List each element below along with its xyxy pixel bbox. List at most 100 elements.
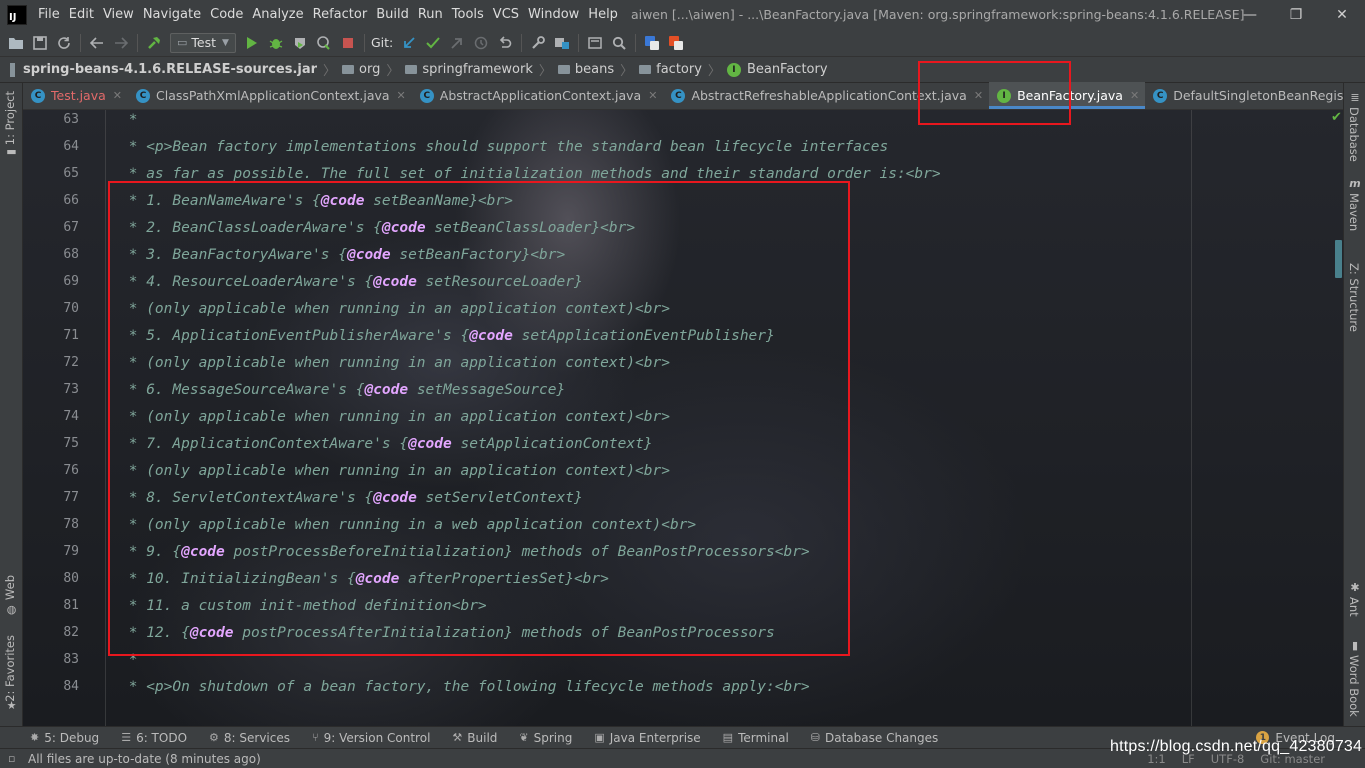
code-line: * 3. BeanFactoryAware's {@code setBeanFa…	[120, 246, 566, 273]
folder-icon	[557, 65, 570, 74]
menu-edit[interactable]: Edit	[65, 0, 98, 29]
line-number: 68	[63, 247, 79, 262]
code-line: * as far as possible. The full set of in…	[120, 165, 941, 192]
open-folder-icon[interactable]	[4, 31, 28, 55]
tool-services[interactable]: ⚙ 8: Services	[209, 731, 290, 745]
minimize-button[interactable]: —	[1227, 0, 1273, 29]
breadcrumb-jar[interactable]: spring-beans-4.1.6.RELEASE-sources.jar	[10, 62, 317, 77]
forward-arrow-icon[interactable]	[109, 31, 133, 55]
comment-text: * 6. MessageSourceAware's {	[120, 382, 365, 398]
tab-abstractrefreshableapplicationcontext[interactable]: C AbstractRefreshableApplicationContext.j…	[663, 82, 989, 109]
tool-build[interactable]: ⚒ Build	[452, 731, 497, 745]
menu-tools[interactable]: Tools	[448, 0, 488, 29]
line-number: 70	[63, 301, 79, 316]
git-push-icon[interactable]	[445, 31, 469, 55]
tool-terminal[interactable]: ▤ Terminal	[723, 731, 789, 745]
tool-database[interactable]: Database	[1347, 107, 1361, 162]
back-arrow-icon[interactable]	[85, 31, 109, 55]
intellij-logo-icon[interactable]: IJ	[7, 4, 27, 25]
save-all-icon[interactable]	[28, 31, 52, 55]
tool-project[interactable]: 1: Project	[3, 91, 17, 145]
rollback-icon[interactable]	[493, 31, 517, 55]
doc-tag: @code	[373, 274, 417, 290]
menu-window[interactable]: Window	[524, 0, 583, 29]
tab-beanfactory[interactable]: I BeanFactory.java ✕	[989, 82, 1146, 109]
breadcrumb-item-beanfactory[interactable]: 〉 I BeanFactory	[702, 60, 828, 79]
tool-structure[interactable]: Z: Structure	[1347, 263, 1361, 332]
build-hammer-icon[interactable]	[142, 31, 166, 55]
close-button[interactable]: ✕	[1319, 0, 1365, 29]
tab-test[interactable]: C Test.java ✕	[23, 82, 128, 109]
breadcrumb-item-org[interactable]: 〉 org	[317, 60, 380, 79]
menu-vcs[interactable]: VCS	[489, 0, 523, 29]
terminal-window-icon[interactable]	[583, 31, 607, 55]
editor-scrollbar-thumb[interactable]	[1335, 240, 1342, 278]
menu-refactor[interactable]: Refactor	[309, 0, 372, 29]
settings-wrench-icon[interactable]	[526, 31, 550, 55]
code-line: * 4. ResourceLoaderAware's {@code setRes…	[120, 273, 583, 300]
tool-java-enterprise[interactable]: ▣ Java Enterprise	[594, 731, 700, 745]
book-icon: ▮	[1351, 639, 1359, 652]
menu-view[interactable]: View	[99, 0, 138, 29]
git-update-icon[interactable]	[397, 31, 421, 55]
git-label: Git:	[370, 35, 394, 50]
coverage-icon[interactable]	[288, 31, 312, 55]
menu-build[interactable]: Build	[372, 0, 413, 29]
close-tab-icon[interactable]: ✕	[397, 89, 406, 102]
maximize-button[interactable]: ❐	[1273, 0, 1319, 29]
tab-abstractapplicationcontext[interactable]: C AbstractApplicationContext.java ✕	[412, 82, 664, 109]
tool-version-control[interactable]: ⑂ 9: Version Control	[312, 731, 430, 745]
tool-maven[interactable]: Maven	[1347, 193, 1361, 231]
code-editor[interactable]: 63 64 65 66 67 68 69 70 71 72 73 74 75 76 77 78 79 80 81 82…	[23, 110, 1343, 726]
tool-ant[interactable]: Ant	[1347, 597, 1361, 617]
translate-alt-icon[interactable]	[664, 31, 688, 55]
comment-text: * 9. {	[120, 544, 182, 560]
tab-label: Test.java	[51, 88, 106, 103]
breadcrumb-item-factory[interactable]: 〉 factory	[614, 60, 702, 79]
profile-icon[interactable]	[312, 31, 336, 55]
tool-database-changes[interactable]: ⛁ Database Changes	[811, 731, 939, 745]
left-tool-strip: 1: Project ▬ Web ◍ 2: Favorites ★	[0, 83, 23, 726]
stop-icon[interactable]	[336, 31, 360, 55]
history-clock-icon[interactable]	[469, 31, 493, 55]
code-line: * 5. ApplicationEventPublisherAware's {@…	[120, 327, 775, 354]
breadcrumb-item-beans[interactable]: 〉 beans	[533, 60, 614, 79]
menu-file[interactable]: File	[34, 0, 64, 29]
search-icon[interactable]	[607, 31, 631, 55]
menu-run[interactable]: Run	[414, 0, 447, 29]
run-icon[interactable]	[240, 31, 264, 55]
menu-code[interactable]: Code	[206, 0, 247, 29]
menu-help[interactable]: Help	[584, 0, 622, 29]
tab-defaultsingletonbeanregistry[interactable]: CDefaultSingletonBeanRegistry.java✕	[1145, 82, 1365, 109]
tab-classpathxmlapplicationcontext[interactable]: C ClassPathXmlApplicationContext.java ✕	[128, 82, 412, 109]
debug-bug-icon[interactable]	[264, 31, 288, 55]
tool-debug[interactable]: ✸ 5: Debug	[30, 731, 99, 745]
project-structure-icon[interactable]	[550, 31, 574, 55]
menu-analyze[interactable]: Analyze	[248, 0, 307, 29]
tool-favorites[interactable]: 2: Favorites	[3, 635, 17, 702]
close-tab-icon[interactable]: ✕	[648, 89, 657, 102]
breadcrumb-item-springframework[interactable]: 〉 springframework	[380, 60, 533, 79]
menu-navigate[interactable]: Navigate	[139, 0, 205, 29]
enterprise-icon: ▣	[594, 731, 605, 744]
class-icon: C	[136, 88, 150, 103]
sync-icon[interactable]	[52, 31, 76, 55]
tool-web[interactable]: Web	[3, 575, 17, 600]
git-commit-icon[interactable]	[421, 31, 445, 55]
tool-word-book[interactable]: Word Book	[1347, 655, 1361, 717]
run-configuration-select[interactable]: ▭ Test ▼	[170, 32, 236, 53]
tool-ant-label: Ant	[1347, 597, 1361, 617]
tool-label: 9: Version Control	[323, 730, 431, 745]
tool-spring[interactable]: ❦ Spring	[519, 731, 572, 745]
comment-text: * (only applicable when running in a web…	[120, 517, 697, 533]
comment-text: * 7. ApplicationContextAware's {	[120, 436, 409, 452]
status-indicator-icon[interactable]: ▫	[8, 752, 20, 765]
close-tab-icon[interactable]: ✕	[113, 89, 122, 102]
close-tab-icon[interactable]: ✕	[1130, 89, 1139, 102]
translate-icon[interactable]	[640, 31, 664, 55]
tool-todo[interactable]: ☰ 6: TODO	[121, 731, 187, 745]
line-number: 80	[63, 571, 79, 586]
close-tab-icon[interactable]: ✕	[974, 89, 983, 102]
inspection-ok-check-icon[interactable]: ✔	[1331, 110, 1342, 125]
line-number: 72	[63, 355, 79, 370]
